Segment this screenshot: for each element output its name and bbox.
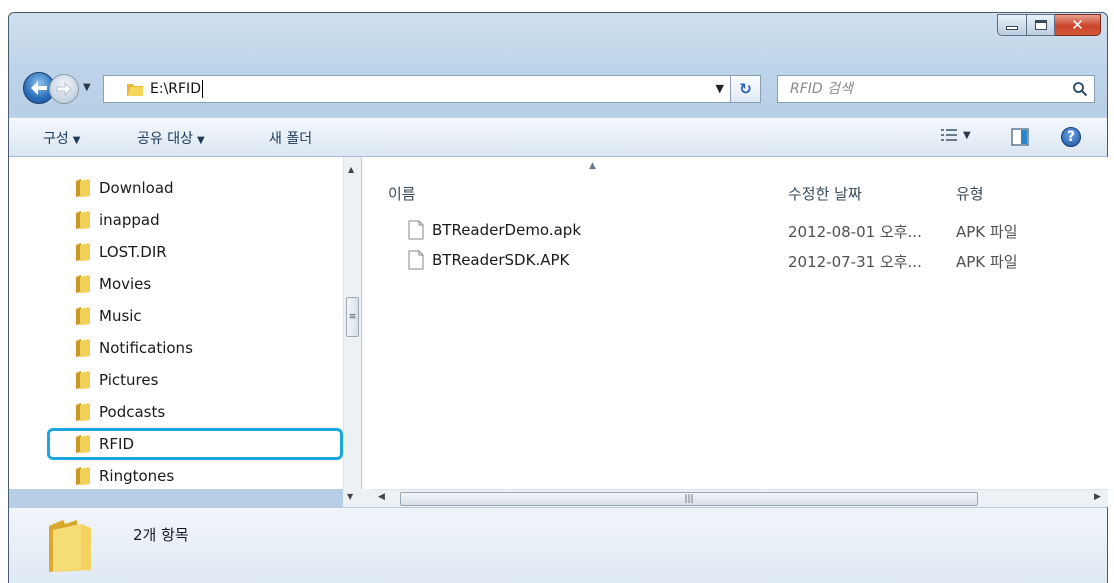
nav-item-label: Podcasts xyxy=(99,403,166,421)
address-row: ▼ E:\RFID ▼ ↻ xyxy=(9,71,1107,107)
nav-item-label: Ringtones xyxy=(99,467,175,485)
forward-button[interactable] xyxy=(49,74,79,104)
folder-icon xyxy=(76,339,90,357)
caption-buttons: ✕ xyxy=(997,14,1101,36)
address-bar[interactable]: E:\RFID ▼ xyxy=(103,75,731,103)
address-dropdown-icon[interactable]: ▼ xyxy=(716,82,724,95)
explorer-window: ✕ ▼ E:\RFID ▼ ↻ 구성▼ 공유 대 xyxy=(8,12,1108,583)
nav-item-label: Notifications xyxy=(99,339,193,357)
file-list-pane: ▲ 이름 수정한 날짜 유형 BTReaderDemo.apk 2012-08-0… xyxy=(362,157,1108,489)
selected-item-highlight xyxy=(47,428,343,460)
scroll-up-icon[interactable]: ▲ xyxy=(348,165,354,174)
recent-pages-dropdown[interactable]: ▼ xyxy=(83,82,91,93)
column-header-date[interactable]: 수정한 날짜 xyxy=(788,183,862,204)
close-button[interactable]: ✕ xyxy=(1055,14,1101,36)
chevron-down-icon: ▼ xyxy=(196,135,205,146)
nav-item-podcasts[interactable]: Podcasts xyxy=(75,397,165,427)
column-header-name[interactable]: 이름 xyxy=(388,183,416,204)
nav-item-pictures[interactable]: Pictures xyxy=(75,365,158,395)
share-with-label: 공유 대상 xyxy=(137,131,193,147)
organize-menu[interactable]: 구성 ▼ xyxy=(43,128,80,148)
file-name: BTReaderDemo.apk xyxy=(432,221,582,239)
file-date: 2012-08-01 오후... xyxy=(788,223,922,241)
minimize-button[interactable] xyxy=(997,14,1027,36)
nav-item-music[interactable]: Music xyxy=(75,301,142,331)
folder-icon xyxy=(76,403,90,421)
folder-icon xyxy=(76,371,90,389)
file-type: APK 파일 xyxy=(956,253,1018,271)
search-icon[interactable] xyxy=(1072,81,1088,97)
folder-icon xyxy=(76,275,90,293)
nav-item-label: LOST.DIR xyxy=(99,243,167,261)
file-name: BTReaderSDK.APK xyxy=(432,251,570,269)
change-view-button[interactable]: ▼ xyxy=(941,128,971,142)
nav-item-movies[interactable]: Movies xyxy=(75,269,151,299)
nav-item-download[interactable]: Download xyxy=(75,173,174,203)
folder-icon xyxy=(76,179,90,197)
address-path: E:\RFID xyxy=(150,81,201,97)
nav-item-lost-dir[interactable]: LOST.DIR xyxy=(75,237,167,267)
close-icon: ✕ xyxy=(1071,15,1084,34)
chevron-down-icon: ▼ xyxy=(72,135,81,146)
file-row[interactable]: BTReaderDemo.apk 2012-08-01 오후... APK 파일 xyxy=(362,217,1108,243)
scroll-thumb[interactable]: ||| xyxy=(400,492,978,506)
scroll-left-icon[interactable]: ◀ xyxy=(378,492,385,502)
nav-item-ringtones[interactable]: Ringtones xyxy=(75,461,174,489)
nav-item-label: inappad xyxy=(99,211,160,229)
command-bar: 구성 ▼ 공유 대상 ▼ 새 폴더 ▼ ? xyxy=(9,117,1107,157)
nav-item-label: Music xyxy=(99,307,142,325)
organize-label: 구성 xyxy=(43,131,69,147)
file-list-horizontal-scrollbar[interactable]: ◀ ||| ▶ xyxy=(372,489,1108,507)
details-pane: 2개 항목 xyxy=(9,507,1107,583)
maximize-icon xyxy=(1034,20,1047,30)
nav-item-inappad[interactable]: inappad xyxy=(75,205,160,235)
minimize-icon xyxy=(1006,26,1018,30)
refresh-button[interactable]: ↻ xyxy=(731,75,761,103)
file-row[interactable]: BTReaderSDK.APK 2012-07-31 오후... APK 파일 xyxy=(362,247,1108,273)
column-header-type[interactable]: 유형 xyxy=(956,183,984,204)
maximize-button[interactable] xyxy=(1027,14,1055,36)
share-with-menu[interactable]: 공유 대상 ▼ xyxy=(137,128,205,148)
preview-pane-button[interactable] xyxy=(1011,128,1029,150)
folder-icon xyxy=(49,520,91,572)
folder-icon xyxy=(76,467,90,485)
navigation-vertical-scrollbar[interactable]: ▲ ≡ xyxy=(343,157,361,489)
refresh-icon: ↻ xyxy=(739,80,752,98)
folder-icon xyxy=(76,307,90,325)
back-arrow-icon xyxy=(31,81,47,95)
scroll-down-icon[interactable]: ▼ xyxy=(347,492,353,501)
new-folder-button[interactable]: 새 폴더 xyxy=(269,128,312,148)
help-button[interactable]: ? xyxy=(1061,127,1081,147)
file-type: APK 파일 xyxy=(956,223,1018,241)
chevron-down-icon: ▼ xyxy=(963,129,971,141)
new-folder-label: 새 폴더 xyxy=(269,131,313,147)
nav-item-label: Download xyxy=(99,179,174,197)
nav-item-notifications[interactable]: Notifications xyxy=(75,333,193,363)
sort-ascending-icon: ▲ xyxy=(589,161,596,171)
item-count: 2개 항목 xyxy=(133,526,189,544)
text-caret xyxy=(201,80,203,98)
navigation-scroll-corner: ▼ xyxy=(343,489,372,507)
preview-pane-icon xyxy=(1011,128,1029,146)
scroll-thumb[interactable]: ≡ xyxy=(346,297,359,337)
file-icon xyxy=(408,250,424,270)
navigation-pane: Download inappad LOST.DIR Movies Music Notifi… xyxy=(9,157,351,489)
folder-icon xyxy=(76,211,90,229)
file-icon xyxy=(408,220,424,240)
folder-icon xyxy=(127,84,143,96)
folder-icon xyxy=(76,243,90,261)
help-icon: ? xyxy=(1066,129,1076,145)
file-date: 2012-07-31 오후... xyxy=(788,253,922,271)
nav-item-label: Pictures xyxy=(99,371,159,389)
search-input[interactable] xyxy=(790,81,1040,97)
nav-item-label: Movies xyxy=(99,275,152,293)
view-options-icon xyxy=(941,129,957,141)
search-box[interactable] xyxy=(777,75,1095,103)
forward-arrow-icon xyxy=(56,82,72,96)
scroll-right-icon[interactable]: ▶ xyxy=(1094,492,1101,502)
